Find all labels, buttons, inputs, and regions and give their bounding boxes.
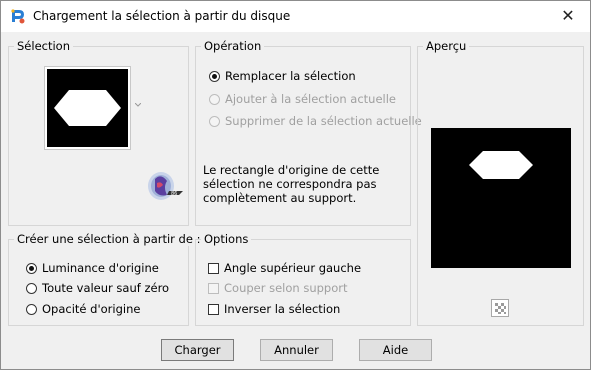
warning-line: Le rectangle d'origine de cette: [203, 163, 380, 177]
operation-group-legend: Opération: [201, 39, 265, 53]
radio-label: Supprimer de la sélection actuelle: [225, 114, 422, 128]
cancel-button[interactable]: Annuler: [260, 339, 333, 361]
close-icon: ✕: [561, 6, 575, 25]
warning-line: sélection ne correspondra pas: [203, 177, 377, 191]
radio-label: Ajouter à la sélection actuelle: [225, 92, 397, 106]
radio-button[interactable]: [26, 262, 37, 274]
radio-nonzero[interactable]: Toute valeur sauf zéro: [26, 281, 169, 295]
warning-line: complètement au support.: [203, 191, 357, 205]
options-group-legend: Options: [201, 232, 252, 246]
create-group-legend: Créer une sélection à partir de :: [14, 232, 204, 246]
selection-group: Sélection 86: [8, 39, 189, 226]
radio-button[interactable]: [209, 70, 220, 82]
selection-group-legend: Sélection: [14, 39, 73, 53]
radio-button: [209, 93, 220, 105]
radio-subtract-selection: Supprimer de la sélection actuelle: [209, 114, 422, 128]
radio-label: Remplacer la sélection: [225, 69, 356, 83]
help-button[interactable]: Aide: [359, 339, 432, 361]
radio-label: Toute valeur sauf zéro: [42, 281, 170, 295]
origin-warning-text: Le rectangle d'origine de cette sélectio…: [203, 163, 379, 205]
create-selection-group: Créer une sélection à partir de : Lumina…: [8, 232, 204, 326]
radio-label: Opacité d'origine: [42, 302, 141, 316]
close-button[interactable]: ✕: [546, 1, 590, 32]
chevron-down-icon[interactable]: [135, 103, 141, 107]
radio-button: [209, 115, 220, 127]
radio-button[interactable]: [26, 303, 37, 315]
watermark-emblem-icon: 86: [148, 172, 183, 200]
checkerboard-icon[interactable]: [491, 299, 509, 317]
radio-luminance[interactable]: Luminance d'origine: [26, 261, 159, 275]
preview-group: Aperçu: [417, 39, 584, 326]
checkbox-label: Angle supérieur gauche: [224, 261, 362, 275]
check-top-left-corner[interactable]: Angle supérieur gauche: [208, 261, 361, 275]
radio-label: Luminance d'origine: [42, 261, 159, 275]
preview-group-legend: Aperçu: [423, 39, 470, 53]
checkbox-label: Inverser la sélection: [224, 302, 341, 316]
selection-thumbnail[interactable]: [44, 66, 131, 150]
dialog-window: Chargement la sélection à partir du disq…: [0, 0, 591, 370]
paintshop-pro-icon: [9, 7, 27, 25]
checkbox[interactable]: [208, 262, 219, 274]
window-title: Chargement la sélection à partir du disq…: [33, 9, 291, 23]
checkbox: [208, 282, 219, 294]
check-invert-selection[interactable]: Inverser la sélection: [208, 302, 340, 316]
title-bar: Chargement la sélection à partir du disq…: [1, 1, 590, 32]
radio-add-selection: Ajouter à la sélection actuelle: [209, 92, 396, 106]
load-button[interactable]: Charger: [161, 339, 234, 361]
svg-text:86: 86: [171, 191, 177, 197]
radio-opacity[interactable]: Opacité d'origine: [26, 302, 140, 316]
checkbox[interactable]: [208, 303, 219, 315]
operation-group: Opération Remplacer la sélection Ajouter…: [195, 39, 422, 226]
checkbox-label: Couper selon support: [224, 281, 348, 295]
options-group: Options Angle supérieur gauche Couper se…: [195, 232, 411, 326]
radio-replace-selection[interactable]: Remplacer la sélection: [209, 69, 356, 83]
radio-button[interactable]: [26, 282, 37, 294]
preview-canvas: [431, 128, 571, 268]
selection-preview-image: [47, 69, 128, 147]
check-crop-to-canvas: Couper selon support: [208, 281, 348, 295]
